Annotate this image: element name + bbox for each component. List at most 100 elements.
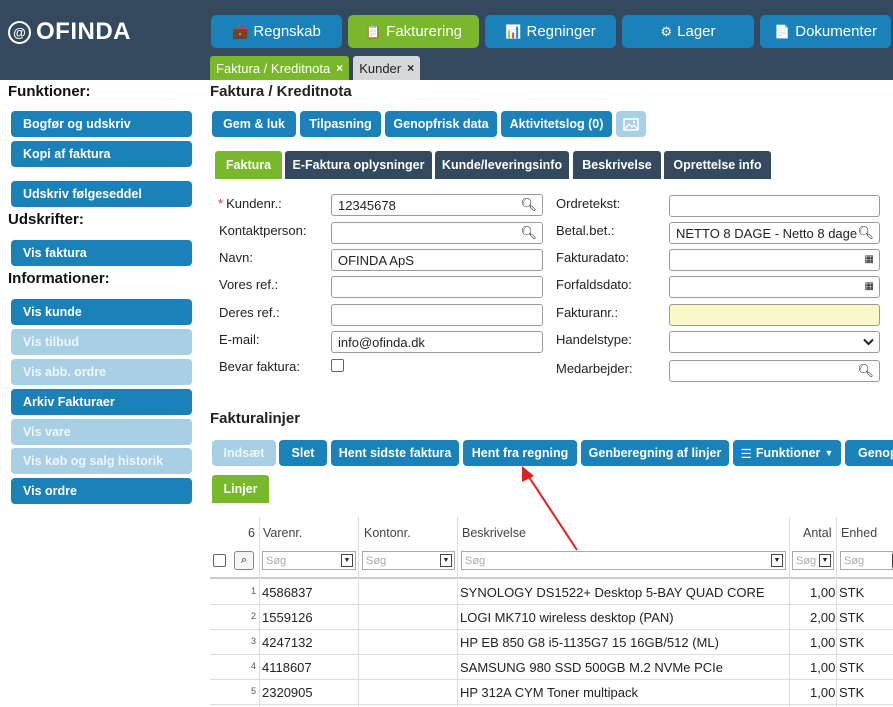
cell-varenr[interactable]: 4118607 — [262, 660, 312, 675]
cell-enhed[interactable]: STK — [839, 685, 864, 700]
tab-beskrivelse[interactable]: Beskrivelse — [573, 151, 661, 179]
sidebar-item-bogfor[interactable]: Bogfør og udskriv — [11, 111, 192, 137]
filter-dropdown-icon[interactable]: ▼ — [341, 554, 353, 567]
table-row[interactable]: 3 4247132 HP EB 850 G8 i5-1135G7 15 16GB… — [210, 630, 893, 655]
forfaldsdato-input[interactable]: ▦ — [669, 276, 880, 298]
cell-enhed[interactable]: STK — [839, 660, 864, 675]
tab-faktura-kreditnota[interactable]: Faktura / Kreditnota × — [210, 56, 350, 80]
fakturadato-input[interactable]: ▦ — [669, 249, 880, 271]
filter-dropdown-icon[interactable]: ▼ — [440, 554, 452, 567]
cell-antal[interactable]: 1,00 — [810, 685, 835, 700]
page-title: Faktura / Kreditnota — [210, 83, 352, 100]
hent-fra-regning-button[interactable]: Hent fra regning — [463, 440, 577, 466]
gem-luk-button[interactable]: Gem & luk — [212, 111, 296, 137]
filter-beskrivelse[interactable]: Søg ▼ — [461, 551, 786, 570]
nav-dokumenter[interactable]: 📄 Dokumenter — [760, 15, 891, 48]
sidebar-item-vis-faktura[interactable]: Vis faktura — [11, 240, 192, 266]
filter-varenr[interactable]: Søg ▼ — [262, 551, 356, 570]
search-icon[interactable]: 🔍︎ — [857, 225, 874, 241]
close-icon[interactable]: × — [407, 61, 414, 75]
binoculars-icon[interactable]: ⌕ — [234, 551, 254, 570]
cell-varenr[interactable]: 4586837 — [262, 585, 313, 600]
cell-beskrivelse[interactable]: HP 312A CYM Toner multipack — [460, 685, 638, 700]
funktioner-dropdown-button[interactable]: ☰ Funktioner ▼ — [733, 440, 841, 466]
col-header-enhed[interactable]: Enhed — [841, 526, 877, 540]
filter-antal[interactable]: Søg ▼ — [792, 551, 834, 570]
deres-ref-input[interactable] — [331, 304, 543, 326]
cell-enhed[interactable]: STK — [839, 585, 864, 600]
tab-kunde-levering[interactable]: Kunde/leveringsinfo — [435, 151, 569, 179]
vores-ref-input[interactable] — [331, 276, 543, 298]
cell-varenr[interactable]: 4247132 — [262, 635, 313, 650]
filter-dropdown-icon[interactable]: ▼ — [771, 554, 783, 567]
menu-icon: ☰ — [740, 446, 752, 461]
sidebar-item-vis-kunde[interactable]: Vis kunde — [11, 299, 192, 325]
cell-enhed[interactable]: STK — [839, 635, 864, 650]
calendar-icon[interactable]: ▦ — [865, 281, 874, 292]
cell-antal[interactable]: 1,00 — [810, 635, 835, 650]
forfaldsdato-label: Forfaldsdato: — [556, 277, 632, 292]
email-input[interactable]: info@ofinda.dk — [331, 331, 543, 353]
genberegning-button[interactable]: Genberegning af linjer — [581, 440, 729, 466]
slet-button[interactable]: Slet — [279, 440, 327, 466]
kundenr-input[interactable]: 12345678 🔍︎ — [331, 194, 543, 216]
table-row[interactable]: 5 2320905 HP 312A CYM Toner multipack 1,… — [210, 680, 893, 705]
kundenr-label: * Kundenr.: — [218, 196, 282, 211]
handelstype-select[interactable] — [669, 331, 880, 353]
sidebar-item-folgeseddel[interactable]: Udskriv følgeseddel — [11, 181, 192, 207]
col-header-kontonr[interactable]: Kontonr. — [364, 526, 411, 540]
aktivitetslog-button[interactable]: Aktivitetslog (0) — [501, 111, 612, 137]
cell-beskrivelse[interactable]: SAMSUNG 980 SSD 500GB M.2 NVMe PCIe — [460, 660, 723, 675]
cell-enhed[interactable]: STK — [839, 610, 864, 625]
cell-varenr[interactable]: 1559126 — [262, 610, 313, 625]
select-all-checkbox[interactable] — [213, 554, 226, 567]
nav-regnskab[interactable]: 💼 Regnskab — [211, 15, 342, 48]
bevar-checkbox[interactable] — [331, 359, 344, 372]
search-icon[interactable]: 🔍︎ — [520, 197, 537, 213]
tab-oprettelse[interactable]: Oprettelse info — [664, 151, 771, 179]
table-row[interactable]: 1 4586837 SYNOLOGY DS1522+ Desktop 5-BAY… — [210, 580, 893, 605]
hent-sidste-faktura-button[interactable]: Hent sidste faktura — [331, 440, 459, 466]
table-row[interactable]: 2 1559126 LOGI MK710 wireless desktop (P… — [210, 605, 893, 630]
sidebar-item-arkiv[interactable]: Arkiv Fakturaer — [11, 389, 192, 415]
cell-antal[interactable]: 1,00 — [810, 660, 835, 675]
nav-fakturering[interactable]: 📋 Fakturering — [348, 15, 479, 48]
nav-lager[interactable]: ⚙ Lager — [622, 15, 754, 48]
tab-e-faktura[interactable]: E-Faktura oplysninger — [285, 151, 432, 179]
filter-placeholder: Søg — [844, 554, 865, 567]
sidebar-item-kopi[interactable]: Kopi af faktura — [11, 141, 192, 167]
cell-beskrivelse[interactable]: SYNOLOGY DS1522+ Desktop 5-BAY QUAD CORE — [460, 585, 765, 600]
medarbejder-input[interactable]: 🔍︎ — [669, 360, 880, 382]
app-logo[interactable]: @ OFINDA — [8, 18, 131, 46]
cell-varenr[interactable]: 2320905 — [262, 685, 313, 700]
tab-linjer[interactable]: Linjer — [212, 475, 269, 503]
tab-kunder[interactable]: Kunder × — [353, 56, 421, 80]
tab-faktura[interactable]: Faktura — [215, 151, 282, 179]
close-icon[interactable]: × — [336, 61, 343, 75]
ordretekst-input[interactable] — [669, 195, 880, 217]
filter-enhed[interactable]: Søg ▼ — [840, 551, 893, 570]
cell-beskrivelse[interactable]: LOGI MK710 wireless desktop (PAN) — [460, 610, 674, 625]
search-icon[interactable]: 🔍︎ — [857, 363, 874, 379]
navn-input[interactable]: OFINDA ApS — [331, 249, 543, 271]
image-button[interactable] — [616, 111, 646, 137]
table-row[interactable]: 4 4118607 SAMSUNG 980 SSD 500GB M.2 NVMe… — [210, 655, 893, 680]
betal-input[interactable]: NETTO 8 DAGE - Netto 8 dage 🔍︎ — [669, 222, 880, 244]
cell-beskrivelse[interactable]: HP EB 850 G8 i5-1135G7 15 16GB/512 (ML) — [460, 635, 719, 650]
sidebar-item-vis-ordre[interactable]: Vis ordre — [11, 478, 192, 504]
tilpasning-button[interactable]: Tilpasning — [300, 111, 381, 137]
cell-antal[interactable]: 1,00 — [810, 585, 835, 600]
fakturanr-input[interactable] — [669, 304, 880, 326]
search-icon[interactable]: 🔍︎ — [520, 225, 537, 241]
kontaktperson-input[interactable]: 🔍︎ — [331, 222, 543, 244]
col-header-varenr[interactable]: Varenr. — [263, 526, 302, 540]
cell-antal[interactable]: 2,00 — [810, 610, 835, 625]
filter-dropdown-icon[interactable]: ▼ — [819, 554, 831, 567]
nav-regninger[interactable]: 📊 Regninger — [485, 15, 616, 48]
genop-button[interactable]: Genop — [845, 440, 893, 466]
genopfrisk-button[interactable]: Genopfrisk data — [385, 111, 497, 137]
col-header-beskrivelse[interactable]: Beskrivelse — [462, 526, 526, 540]
col-header-antal[interactable]: Antal — [803, 526, 832, 540]
calendar-icon[interactable]: ▦ — [865, 254, 874, 265]
filter-kontonr[interactable]: Søg ▼ — [362, 551, 455, 570]
